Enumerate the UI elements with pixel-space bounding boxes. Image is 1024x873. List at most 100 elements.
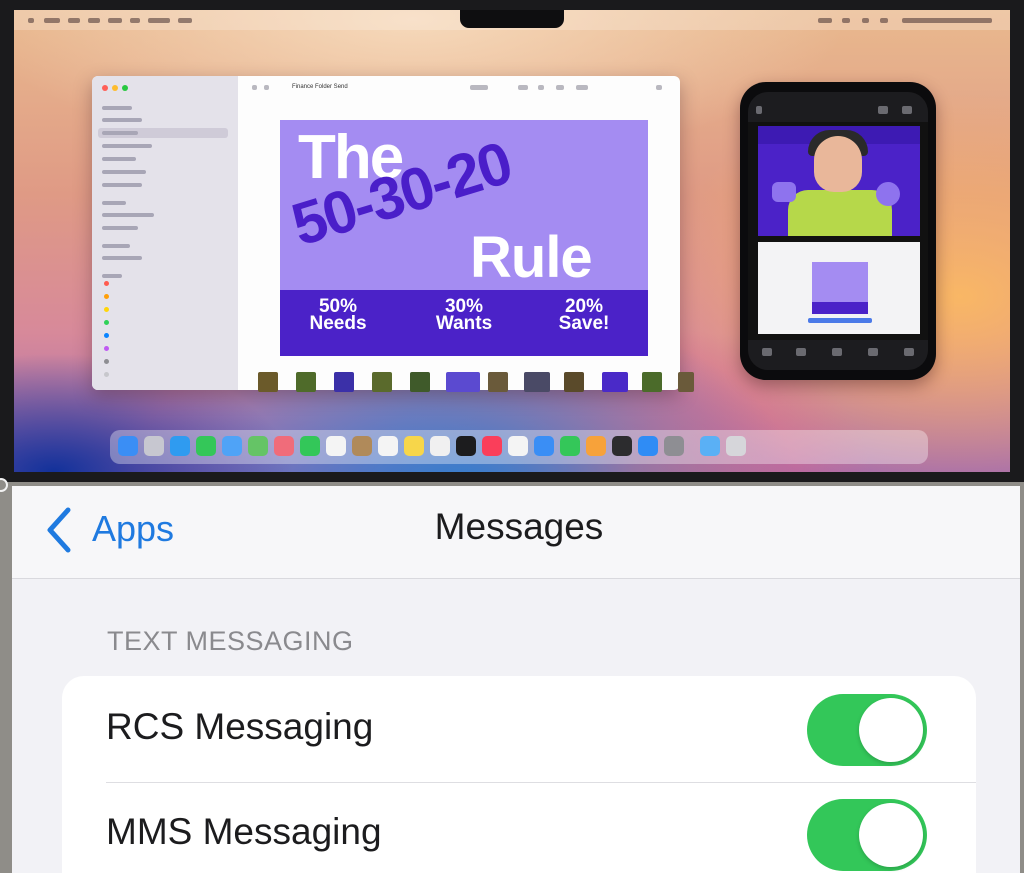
contacts-app-icon[interactable] [352, 436, 372, 456]
calendar-app-icon[interactable] [326, 436, 346, 456]
menu-item[interactable] [178, 18, 192, 23]
share-icon[interactable] [538, 85, 544, 90]
finder-app-icon[interactable] [118, 436, 138, 456]
tag-blue-icon[interactable] [104, 333, 109, 338]
menu-item[interactable] [108, 18, 122, 23]
iphone-mirroring-app-icon[interactable] [612, 436, 632, 456]
search-icon[interactable] [862, 18, 869, 23]
thumbnail[interactable] [258, 372, 278, 392]
apple-menu-icon[interactable] [28, 18, 34, 23]
mini-poster-band [812, 302, 868, 314]
safari-app-icon[interactable] [170, 436, 190, 456]
tab-icon[interactable] [904, 348, 914, 356]
sidebar-item[interactable] [102, 157, 136, 161]
maps-app-icon[interactable] [248, 436, 268, 456]
tag-purple-icon[interactable] [104, 346, 109, 351]
photos-app-icon[interactable] [274, 436, 294, 456]
thumbnail[interactable] [564, 372, 584, 392]
all-tags-icon[interactable] [104, 372, 109, 377]
thumbnail[interactable] [488, 372, 508, 392]
mms-messaging-toggle[interactable] [807, 799, 927, 871]
settings-row-mms[interactable]: MMS Messaging [62, 783, 976, 873]
back-icon[interactable] [756, 106, 762, 114]
thumbnail[interactable] [372, 372, 392, 392]
thumbnail[interactable] [524, 372, 550, 392]
thumbnail[interactable] [642, 372, 662, 392]
sidebar-item[interactable] [102, 256, 142, 260]
clock-text[interactable] [902, 18, 992, 23]
mail-app-icon[interactable] [222, 436, 242, 456]
back-icon[interactable] [252, 85, 257, 90]
tab-icon[interactable] [796, 348, 806, 356]
launchpad-app-icon[interactable] [144, 436, 164, 456]
zoom-window-icon[interactable] [122, 85, 128, 91]
tag-yellow-icon[interactable] [104, 307, 109, 312]
tab-icon[interactable] [868, 348, 878, 356]
keynote-app-icon[interactable] [534, 436, 554, 456]
menu-item[interactable] [44, 18, 60, 23]
reminders-app-icon[interactable] [378, 436, 398, 456]
thumbnail[interactable] [446, 372, 480, 392]
thumbnail[interactable] [410, 372, 430, 392]
tag-gray-icon[interactable] [104, 359, 109, 364]
finder-sidebar [92, 76, 238, 390]
tag-red-icon[interactable] [104, 281, 109, 286]
sidebar-item[interactable] [102, 118, 142, 122]
tab-icon[interactable] [762, 348, 772, 356]
split-needs: 50% Needs [288, 297, 388, 333]
sidebar-section-header [102, 244, 130, 248]
settings-row-rcs[interactable]: RCS Messaging [62, 676, 976, 782]
thumbnail[interactable] [602, 372, 628, 392]
facetime-app-icon[interactable] [300, 436, 320, 456]
control-center-icon[interactable] [880, 18, 888, 23]
sidebar-item[interactable] [102, 144, 152, 148]
search-icon[interactable] [656, 85, 662, 90]
sidebar-item[interactable] [102, 131, 138, 135]
share-icon[interactable] [878, 106, 888, 114]
iphone-mirroring-window[interactable] [740, 82, 936, 380]
wifi-icon[interactable] [842, 18, 850, 23]
group-icon[interactable] [518, 85, 528, 90]
numbers-app-icon[interactable] [560, 436, 580, 456]
tab-icon[interactable] [832, 348, 842, 356]
system-settings-app-icon[interactable] [664, 436, 684, 456]
phone-poster-thumbnail[interactable] [758, 242, 920, 334]
app-store-app-icon[interactable] [638, 436, 658, 456]
rcs-messaging-toggle[interactable] [807, 694, 927, 766]
thumbnail[interactable] [678, 372, 694, 392]
news-app-icon[interactable] [508, 436, 528, 456]
tag-icon[interactable] [556, 85, 564, 90]
tag-orange-icon[interactable] [104, 294, 109, 299]
thumbnail[interactable] [334, 372, 354, 392]
battery-icon[interactable] [818, 18, 832, 23]
tag-green-icon[interactable] [104, 320, 109, 325]
notes-app-icon[interactable] [404, 436, 424, 456]
phone-photo-preview[interactable] [758, 126, 920, 236]
freeform-app-icon[interactable] [430, 436, 450, 456]
forward-icon[interactable] [264, 85, 269, 90]
photo-sticker [772, 182, 796, 202]
thumbnail[interactable] [296, 372, 316, 392]
view-options-icon[interactable] [470, 85, 488, 90]
menu-item[interactable] [130, 18, 140, 23]
downloads-folder-icon[interactable] [700, 436, 720, 456]
menu-item[interactable] [148, 18, 170, 23]
menu-item[interactable] [68, 18, 80, 23]
music-app-icon[interactable] [482, 436, 502, 456]
sidebar-item[interactable] [102, 213, 154, 217]
sidebar-item[interactable] [102, 183, 142, 187]
poster-preview[interactable]: The 50-30-20 Rule 50% Needs 30% Wants 20… [280, 120, 648, 356]
messages-app-icon[interactable] [196, 436, 216, 456]
minimize-window-icon[interactable] [112, 85, 118, 91]
action-icon[interactable] [576, 85, 588, 90]
sidebar-item[interactable] [102, 170, 146, 174]
close-window-icon[interactable] [102, 85, 108, 91]
menu-item[interactable] [88, 18, 100, 23]
pages-app-icon[interactable] [586, 436, 606, 456]
more-icon[interactable] [902, 106, 912, 114]
trash-icon[interactable] [726, 436, 746, 456]
sidebar-item[interactable] [102, 226, 138, 230]
thumbnail-strip [258, 372, 698, 394]
split-wants: 30% Wants [414, 297, 514, 333]
tv-app-icon[interactable] [456, 436, 476, 456]
